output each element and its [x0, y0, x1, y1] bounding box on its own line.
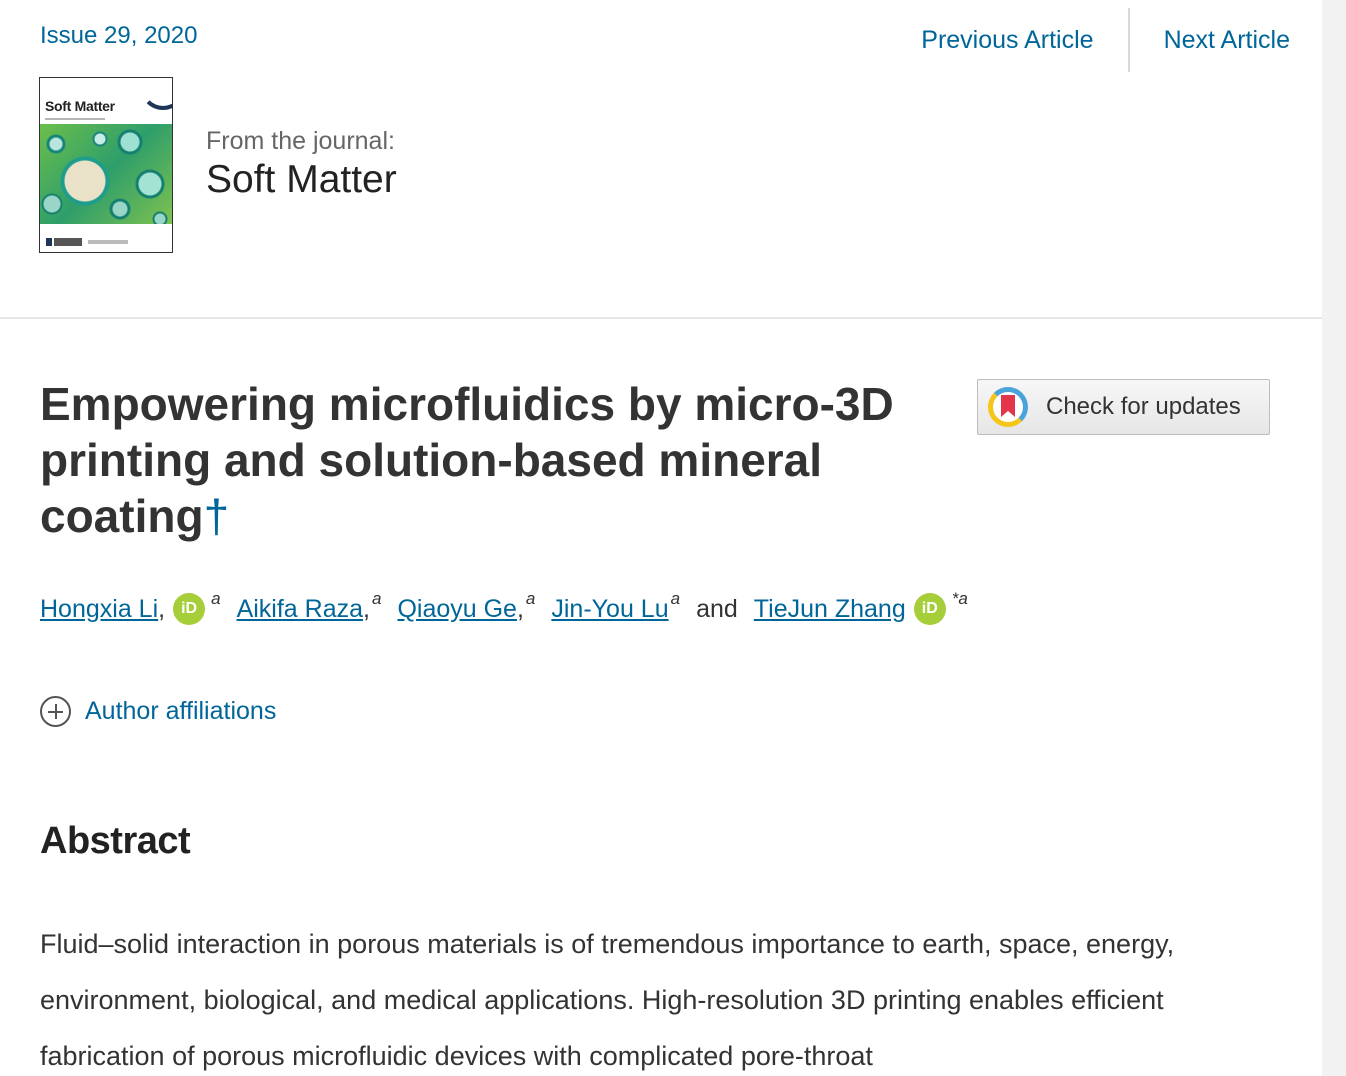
- cover-footer-text: [88, 240, 128, 244]
- author-affiliations-toggle[interactable]: Author affiliations: [40, 696, 276, 727]
- author-separator: ,: [363, 594, 370, 623]
- cover-artwork: [40, 124, 172, 224]
- orcid-icon[interactable]: iD: [913, 593, 946, 625]
- affiliation-marker: a: [670, 589, 681, 608]
- issue-link[interactable]: Issue 29, 2020: [40, 22, 197, 50]
- author-separator: ,: [158, 594, 166, 623]
- affiliation-marker: a: [371, 589, 382, 608]
- supplementary-dagger-link[interactable]: †: [204, 490, 230, 542]
- crossmark-icon: [988, 387, 1028, 427]
- cover-arc-decoration: [140, 78, 172, 110]
- author-list: Hongxia Li, iD a Aikifa Raza, a Qiaoyu Ge,…: [40, 589, 968, 625]
- affiliation-marker: a: [211, 589, 221, 608]
- previous-article-link[interactable]: Previous Article: [887, 26, 1127, 55]
- author-link[interactable]: TieJun Zhang: [754, 595, 906, 624]
- plus-circle-icon: [40, 696, 71, 727]
- authors-and: and: [696, 594, 738, 623]
- author-link[interactable]: Qiaoyu Ge: [397, 595, 517, 624]
- orcid-icon[interactable]: iD: [173, 593, 206, 625]
- cover-title: Soft Matter: [45, 98, 115, 114]
- article-nav: Previous Article Next Article: [887, 8, 1290, 72]
- article-title: Empowering microfluidics by micro-3D pri…: [40, 376, 920, 544]
- journal-cover-image[interactable]: Soft Matter: [39, 77, 173, 253]
- publisher-logo: [46, 238, 82, 246]
- abstract-text: Fluid–solid interaction in porous materi…: [40, 929, 1175, 1071]
- from-journal-label: From the journal:: [206, 127, 395, 155]
- journal-name: Soft Matter: [206, 158, 397, 201]
- author-affiliations-label: Author affiliations: [85, 697, 277, 725]
- check-for-updates-label: Check for updates: [1046, 393, 1241, 420]
- scrollbar[interactable]: [1322, 0, 1346, 1076]
- author-link[interactable]: Aikifa Raza: [237, 595, 363, 624]
- abstract-heading: Abstract: [40, 820, 191, 862]
- check-for-updates-button[interactable]: Check for updates: [977, 379, 1270, 435]
- affiliation-marker: *a: [951, 589, 968, 608]
- cover-rule: [45, 118, 105, 120]
- affiliation-marker: a: [525, 589, 536, 608]
- author-separator: ,: [516, 594, 524, 623]
- next-article-link[interactable]: Next Article: [1130, 26, 1290, 55]
- author-link[interactable]: Hongxia Li: [40, 595, 158, 624]
- article-title-text: Empowering microfluidics by micro-3D pri…: [40, 378, 894, 542]
- author-link[interactable]: Jin-You Lu: [551, 595, 668, 624]
- header-divider: [0, 317, 1322, 319]
